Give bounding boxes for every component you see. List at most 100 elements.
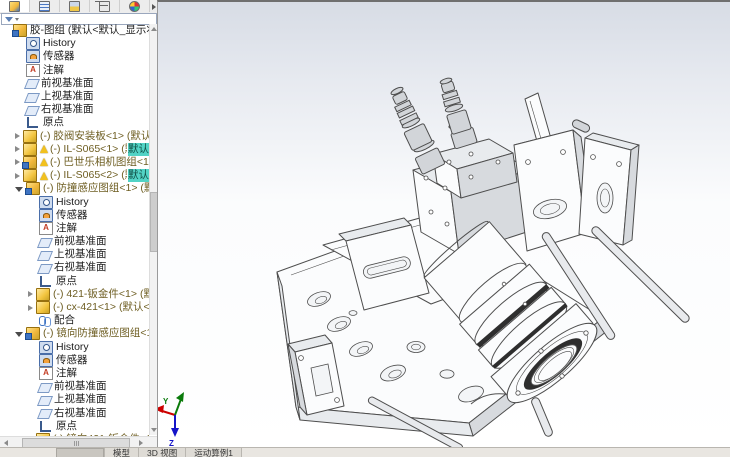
view-triad: Y X Z bbox=[158, 392, 184, 448]
tree-row[interactable]: History bbox=[0, 341, 149, 354]
feature-tree: 胶-图组 (默认<默认_显示状态-1>)History传感器A注解前视基准面上视… bbox=[0, 24, 149, 436]
tree-row[interactable]: 配合 bbox=[0, 314, 149, 327]
tree-row[interactable]: (-) 巴世乐相机图组<1> (默认 bbox=[0, 156, 149, 169]
tree-item-label: History bbox=[56, 196, 89, 209]
part-icon bbox=[23, 130, 37, 143]
assembly-icon bbox=[13, 24, 27, 37]
tree-row[interactable]: 传感器 bbox=[0, 50, 149, 63]
tree-row[interactable]: 原点 bbox=[0, 116, 149, 129]
tree-item-label-highlight: 默认 bbox=[128, 143, 149, 156]
tab-configurationmanager[interactable] bbox=[60, 0, 90, 12]
warning-icon bbox=[40, 145, 48, 153]
cad-model[interactable]: Y X Z bbox=[158, 2, 730, 449]
tree-item-label: 上视基准面 bbox=[41, 90, 94, 103]
tree-row[interactable]: History bbox=[0, 37, 149, 50]
tree-row[interactable]: (-) 胶阀安装板<1> (默认<<默认 bbox=[0, 130, 149, 143]
tree-item-label: (-) 胶阀安装板<1> (默认<<默认 bbox=[40, 130, 149, 143]
tab-dimxpertmanager[interactable] bbox=[90, 0, 120, 12]
tree-item-label: 原点 bbox=[56, 420, 77, 433]
origin-icon bbox=[40, 276, 51, 287]
configurationmanager-icon bbox=[69, 1, 80, 12]
warning-icon bbox=[40, 158, 48, 166]
expander-collapsed-icon[interactable] bbox=[15, 133, 20, 139]
expander-collapsed-icon[interactable] bbox=[15, 146, 20, 152]
expander-collapsed-icon[interactable] bbox=[15, 159, 20, 165]
tree-item-label: 前视基准面 bbox=[54, 380, 107, 393]
part-icon bbox=[36, 301, 50, 314]
tab-propertymanager[interactable] bbox=[30, 0, 60, 12]
graphics-viewport[interactable]: Y X Z bbox=[157, 0, 730, 449]
origin-icon bbox=[40, 421, 51, 432]
tree-row[interactable]: 右视基准面 bbox=[0, 103, 149, 116]
tree-item-label: 上视基准面 bbox=[54, 393, 107, 406]
plane-icon bbox=[37, 383, 53, 393]
tree-row[interactable]: A注解 bbox=[0, 64, 149, 77]
tree-item-label: (-) 421-钣金件<1> (默认<< bbox=[53, 288, 149, 301]
tree-row[interactable]: 右视基准面 bbox=[0, 261, 149, 274]
tree-row[interactable]: 前视基准面 bbox=[0, 235, 149, 248]
expander-collapsed-icon[interactable] bbox=[28, 305, 33, 311]
featuremanager-tree-icon bbox=[9, 1, 20, 12]
annotations-icon: A bbox=[39, 222, 53, 235]
tree-row[interactable]: (-) 421-钣金件<1> (默认<< bbox=[0, 288, 149, 301]
part-icon bbox=[23, 169, 37, 182]
expander-collapsed-icon[interactable] bbox=[28, 291, 33, 297]
tree-row[interactable]: (-) cx-421<1> (默认<<默认 bbox=[0, 301, 149, 314]
tab-overflow-button[interactable] bbox=[150, 0, 157, 13]
tab-displaymanager[interactable] bbox=[120, 0, 150, 12]
plane-icon bbox=[24, 93, 40, 103]
mates-icon bbox=[39, 315, 51, 326]
tree-row[interactable]: 原点 bbox=[0, 275, 149, 288]
tree-row[interactable]: (-) 镜向防撞感应图组<1> (默认< bbox=[0, 327, 149, 340]
plane-icon bbox=[37, 251, 53, 261]
tree-row[interactable]: 右视基准面 bbox=[0, 406, 149, 419]
tree-item-label: 右视基准面 bbox=[54, 407, 107, 420]
history-icon bbox=[39, 196, 53, 209]
sensors-icon bbox=[39, 354, 53, 367]
tree-row[interactable]: 上视基准面 bbox=[0, 248, 149, 261]
tree-item-label: 前视基准面 bbox=[41, 77, 94, 90]
annotations-icon: A bbox=[26, 64, 40, 77]
tree-item-label: 注解 bbox=[43, 64, 64, 77]
tree-row[interactable]: 传感器 bbox=[0, 209, 149, 222]
expander-expanded-icon[interactable] bbox=[15, 332, 23, 337]
tab-featuremanager-tree[interactable] bbox=[0, 0, 30, 12]
tree-row[interactable]: 传感器 bbox=[0, 354, 149, 367]
tree-item-label: 原点 bbox=[43, 116, 64, 129]
tree-row[interactable]: A注解 bbox=[0, 367, 149, 380]
tree-row[interactable]: History bbox=[0, 195, 149, 208]
displaymanager-icon bbox=[129, 1, 140, 12]
tree-item-label: 传感器 bbox=[43, 50, 75, 63]
tree-item-label: 胶-图组 (默认<默认_显示状态-1>) bbox=[30, 24, 149, 37]
sensors-icon bbox=[39, 209, 53, 222]
tree-item-label: History bbox=[56, 341, 89, 354]
chevron-right-icon bbox=[152, 4, 156, 10]
tree-row[interactable]: 前视基准面 bbox=[0, 380, 149, 393]
tree-row[interactable]: (-) IL-S065<2> (默认<<默认 bbox=[0, 169, 149, 182]
expander-expanded-icon[interactable] bbox=[15, 187, 23, 192]
tree-item-label: 右视基准面 bbox=[54, 261, 107, 274]
tree-item-label: 传感器 bbox=[56, 209, 88, 222]
tree-row[interactable]: 前视基准面 bbox=[0, 77, 149, 90]
assembly-icon bbox=[26, 182, 40, 195]
plane-icon bbox=[24, 106, 40, 116]
tree-row[interactable]: (-) IL-S065<1> (默认<<默认 bbox=[0, 143, 149, 156]
tree-row[interactable]: A注解 bbox=[0, 222, 149, 235]
tree-item-label: (-) 防撞感应图组<1> (默认<默认 bbox=[43, 182, 149, 195]
tree-item-label: (-) 镜向防撞感应图组<1> (默认< bbox=[43, 327, 149, 340]
plane-icon bbox=[37, 396, 53, 406]
scroll-left-icon bbox=[4, 440, 8, 446]
tree-row[interactable]: (-) 防撞感应图组<1> (默认<默认 bbox=[0, 182, 149, 195]
tree-row[interactable]: 原点 bbox=[0, 420, 149, 433]
triad-y-label: Y bbox=[163, 397, 169, 406]
tree-item-label: 右视基准面 bbox=[41, 103, 94, 116]
tree-row[interactable]: 上视基准面 bbox=[0, 393, 149, 406]
plane-icon bbox=[37, 264, 53, 274]
tree-item-label: 配合 bbox=[54, 314, 75, 327]
filter-funnel-icon bbox=[5, 17, 13, 22]
tree-item-label: (-) 巴世乐相机图组<1> (默认 bbox=[50, 156, 149, 169]
tree-row[interactable]: 上视基准面 bbox=[0, 90, 149, 103]
tree-item-label-highlight: 默认 bbox=[128, 169, 149, 182]
tree-row[interactable]: 胶-图组 (默认<默认_显示状态-1>) bbox=[0, 24, 149, 37]
expander-collapsed-icon[interactable] bbox=[15, 173, 20, 179]
